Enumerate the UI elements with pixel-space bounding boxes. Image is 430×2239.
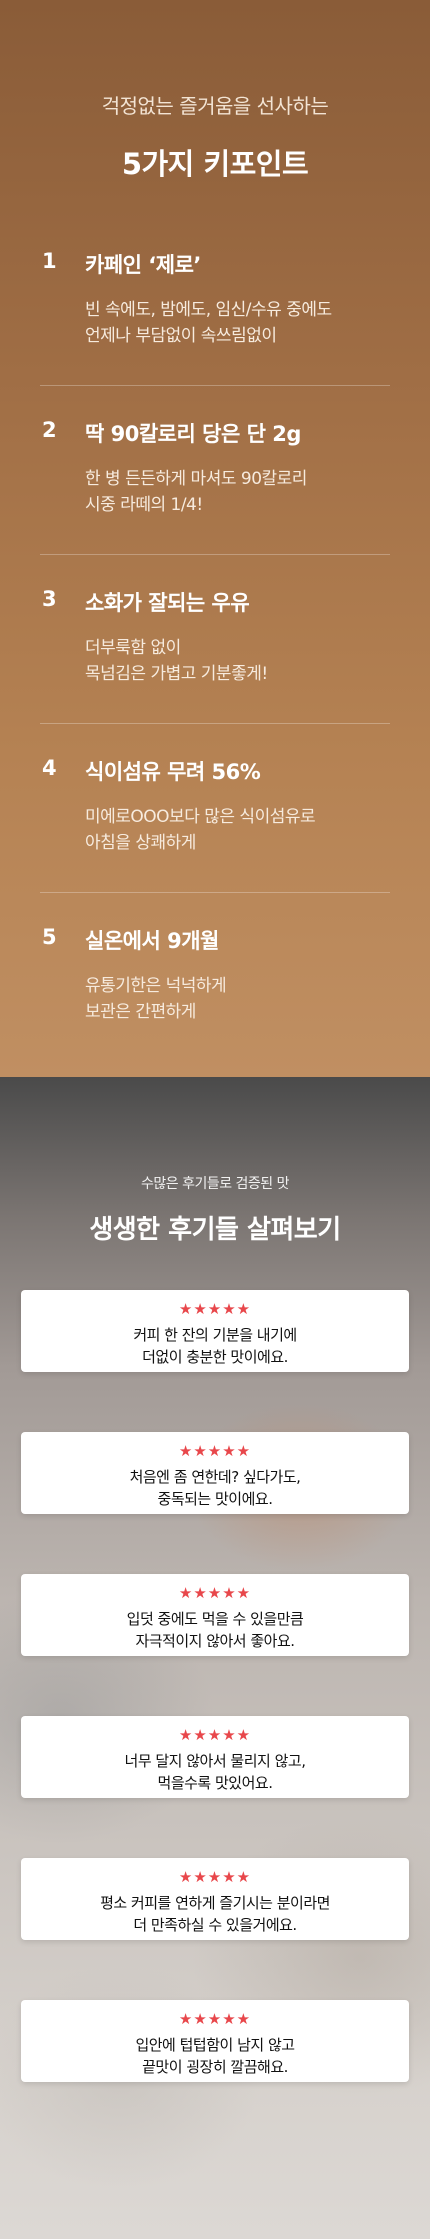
key-point-desc-line: 언제나 부담없이 속쓰림없이 bbox=[85, 326, 277, 346]
key-point-title: 카페인 ‘제로’ bbox=[85, 253, 201, 277]
review-line: 평소 커피를 연하게 즐기시는 분이라면 bbox=[100, 1894, 330, 1912]
key-point-title: 식이섬유 무려 56% bbox=[85, 760, 261, 784]
key-points-section: 걱정없는 즐거움을 선사하는 5가지 키포인트 1 카페인 ‘제로’ 빈 속에도… bbox=[0, 0, 430, 1077]
review-text: 처음엔 좀 연한데? 싶다가도, 중독되는 맛이에요. bbox=[21, 1466, 409, 1510]
review-card: ★★★★★ 처음엔 좀 연한데? 싶다가도, 중독되는 맛이에요. bbox=[21, 1432, 409, 1514]
key-point-description: 미에로OOO보다 많은 식이섬유로 아침을 상쾌하게 bbox=[85, 804, 390, 856]
key-point-number: 3 bbox=[42, 587, 57, 611]
key-point-desc-line: 아침을 상쾌하게 bbox=[85, 833, 196, 853]
review-line: 더 만족하실 수 있을거에요. bbox=[133, 1916, 297, 1934]
key-point-desc-line: 더부룩함 없이 bbox=[85, 638, 181, 658]
star-rating-icon: ★★★★★ bbox=[178, 1442, 252, 1460]
key-point-desc-line: 목넘김은 가볍고 기분좋게! bbox=[85, 664, 268, 684]
review-list: ★★★★★ 커피 한 잔의 기분을 내기에 더없이 충분한 맛이에요. ★★★★… bbox=[0, 1290, 430, 2082]
review-line: 입덧 중에도 먹을 수 있을만큼 bbox=[126, 1610, 304, 1628]
key-point-desc-line: 미에로OOO보다 많은 식이섬유로 bbox=[85, 807, 316, 827]
review-line: 자극적이지 않아서 좋아요. bbox=[135, 1632, 295, 1650]
reviews-section: 수많은 후기들로 검증된 맛 생생한 후기들 살펴보기 ★★★★★ 커피 한 잔… bbox=[0, 1077, 430, 2239]
product-detail-page: 걱정없는 즐거움을 선사하는 5가지 키포인트 1 카페인 ‘제로’ 빈 속에도… bbox=[0, 0, 430, 2239]
reviews-header: 수많은 후기들로 검증된 맛 생생한 후기들 살펴보기 bbox=[0, 1077, 430, 1246]
key-point-number: 1 bbox=[42, 249, 57, 273]
key-points-title: 5가지 키포인트 bbox=[121, 147, 309, 181]
review-line: 커피 한 잔의 기분을 내기에 bbox=[133, 1326, 297, 1344]
key-point-3: 3 소화가 잘되는 우유 더부룩함 없이 목넘김은 가볍고 기분좋게! bbox=[40, 555, 390, 724]
key-point-1: 1 카페인 ‘제로’ 빈 속에도, 밤에도, 임신/수유 중에도 언제나 부담없… bbox=[40, 217, 390, 386]
review-card: ★★★★★ 커피 한 잔의 기분을 내기에 더없이 충분한 맛이에요. bbox=[21, 1290, 409, 1372]
key-point-desc-line: 한 병 든든하게 마셔도 90칼로리 bbox=[85, 469, 307, 489]
review-line: 너무 달지 않아서 물리지 않고, bbox=[124, 1752, 306, 1770]
review-text: 커피 한 잔의 기분을 내기에 더없이 충분한 맛이에요. bbox=[21, 1324, 409, 1368]
key-points-header: 걱정없는 즐거움을 선사하는 5가지 키포인트 bbox=[0, 90, 430, 183]
review-line: 처음엔 좀 연한데? 싶다가도, bbox=[129, 1468, 301, 1486]
review-line: 더없이 충분한 맛이에요. bbox=[142, 1348, 288, 1366]
key-point-description: 유통기한은 넉넉하게 보관은 간편하게 bbox=[85, 973, 390, 1025]
review-card: ★★★★★ 입덧 중에도 먹을 수 있을만큼 자극적이지 않아서 좋아요. bbox=[21, 1574, 409, 1656]
star-rating-icon: ★★★★★ bbox=[178, 2010, 252, 2028]
key-point-desc-line: 유통기한은 넉넉하게 bbox=[85, 976, 227, 996]
key-point-desc-line: 빈 속에도, 밤에도, 임신/수유 중에도 bbox=[85, 300, 332, 320]
key-point-description: 한 병 든든하게 마셔도 90칼로리 시중 라떼의 1/4! bbox=[85, 466, 390, 518]
review-text: 평소 커피를 연하게 즐기시는 분이라면 더 만족하실 수 있을거에요. bbox=[21, 1892, 409, 1936]
review-card: ★★★★★ 평소 커피를 연하게 즐기시는 분이라면 더 만족하실 수 있을거에… bbox=[21, 1858, 409, 1940]
review-text: 입안에 텁텁함이 남지 않고 끝맛이 굉장히 깔끔해요. bbox=[21, 2034, 409, 2078]
review-line: 먹을수록 맛있어요. bbox=[157, 1774, 273, 1792]
reviews-subtitle: 수많은 후기들로 검증된 맛 bbox=[140, 1176, 290, 1192]
key-point-number: 4 bbox=[42, 756, 57, 780]
key-points-subtitle: 걱정없는 즐거움을 선사하는 bbox=[101, 94, 329, 118]
star-rating-icon: ★★★★★ bbox=[178, 1584, 252, 1602]
key-point-title: 딱 90칼로리 당은 단 2g bbox=[85, 422, 301, 446]
key-point-title: 소화가 잘되는 우유 bbox=[85, 591, 250, 615]
review-line: 입안에 텁텁함이 남지 않고 bbox=[135, 2036, 295, 2054]
key-points-list: 1 카페인 ‘제로’ 빈 속에도, 밤에도, 임신/수유 중에도 언제나 부담없… bbox=[0, 217, 430, 1061]
review-card: ★★★★★ 너무 달지 않아서 물리지 않고, 먹을수록 맛있어요. bbox=[21, 1716, 409, 1798]
key-point-desc-line: 시중 라떼의 1/4! bbox=[85, 495, 203, 515]
key-point-description: 빈 속에도, 밤에도, 임신/수유 중에도 언제나 부담없이 속쓰림없이 bbox=[85, 297, 390, 349]
star-rating-icon: ★★★★★ bbox=[178, 1726, 252, 1744]
review-card: ★★★★★ 입안에 텁텁함이 남지 않고 끝맛이 굉장히 깔끔해요. bbox=[21, 2000, 409, 2082]
star-rating-icon: ★★★★★ bbox=[178, 1300, 252, 1318]
review-line: 끝맛이 굉장히 깔끔해요. bbox=[142, 2058, 288, 2076]
key-point-description: 더부룩함 없이 목넘김은 가볍고 기분좋게! bbox=[85, 635, 390, 687]
key-point-title: 실온에서 9개월 bbox=[85, 929, 219, 953]
star-rating-icon: ★★★★★ bbox=[178, 1868, 252, 1886]
review-text: 너무 달지 않아서 물리지 않고, 먹을수록 맛있어요. bbox=[21, 1750, 409, 1794]
key-point-number: 5 bbox=[42, 925, 57, 949]
key-point-2: 2 딱 90칼로리 당은 단 2g 한 병 든든하게 마셔도 90칼로리 시중 … bbox=[40, 386, 390, 555]
key-point-5: 5 실온에서 9개월 유통기한은 넉넉하게 보관은 간편하게 bbox=[40, 893, 390, 1061]
key-point-desc-line: 보관은 간편하게 bbox=[85, 1002, 196, 1022]
reviews-title: 생생한 후기들 살펴보기 bbox=[89, 1215, 341, 1245]
key-point-number: 2 bbox=[42, 418, 57, 442]
review-line: 중독되는 맛이에요. bbox=[157, 1490, 273, 1508]
key-point-4: 4 식이섬유 무려 56% 미에로OOO보다 많은 식이섬유로 아침을 상쾌하게 bbox=[40, 724, 390, 893]
review-text: 입덧 중에도 먹을 수 있을만큼 자극적이지 않아서 좋아요. bbox=[21, 1608, 409, 1652]
